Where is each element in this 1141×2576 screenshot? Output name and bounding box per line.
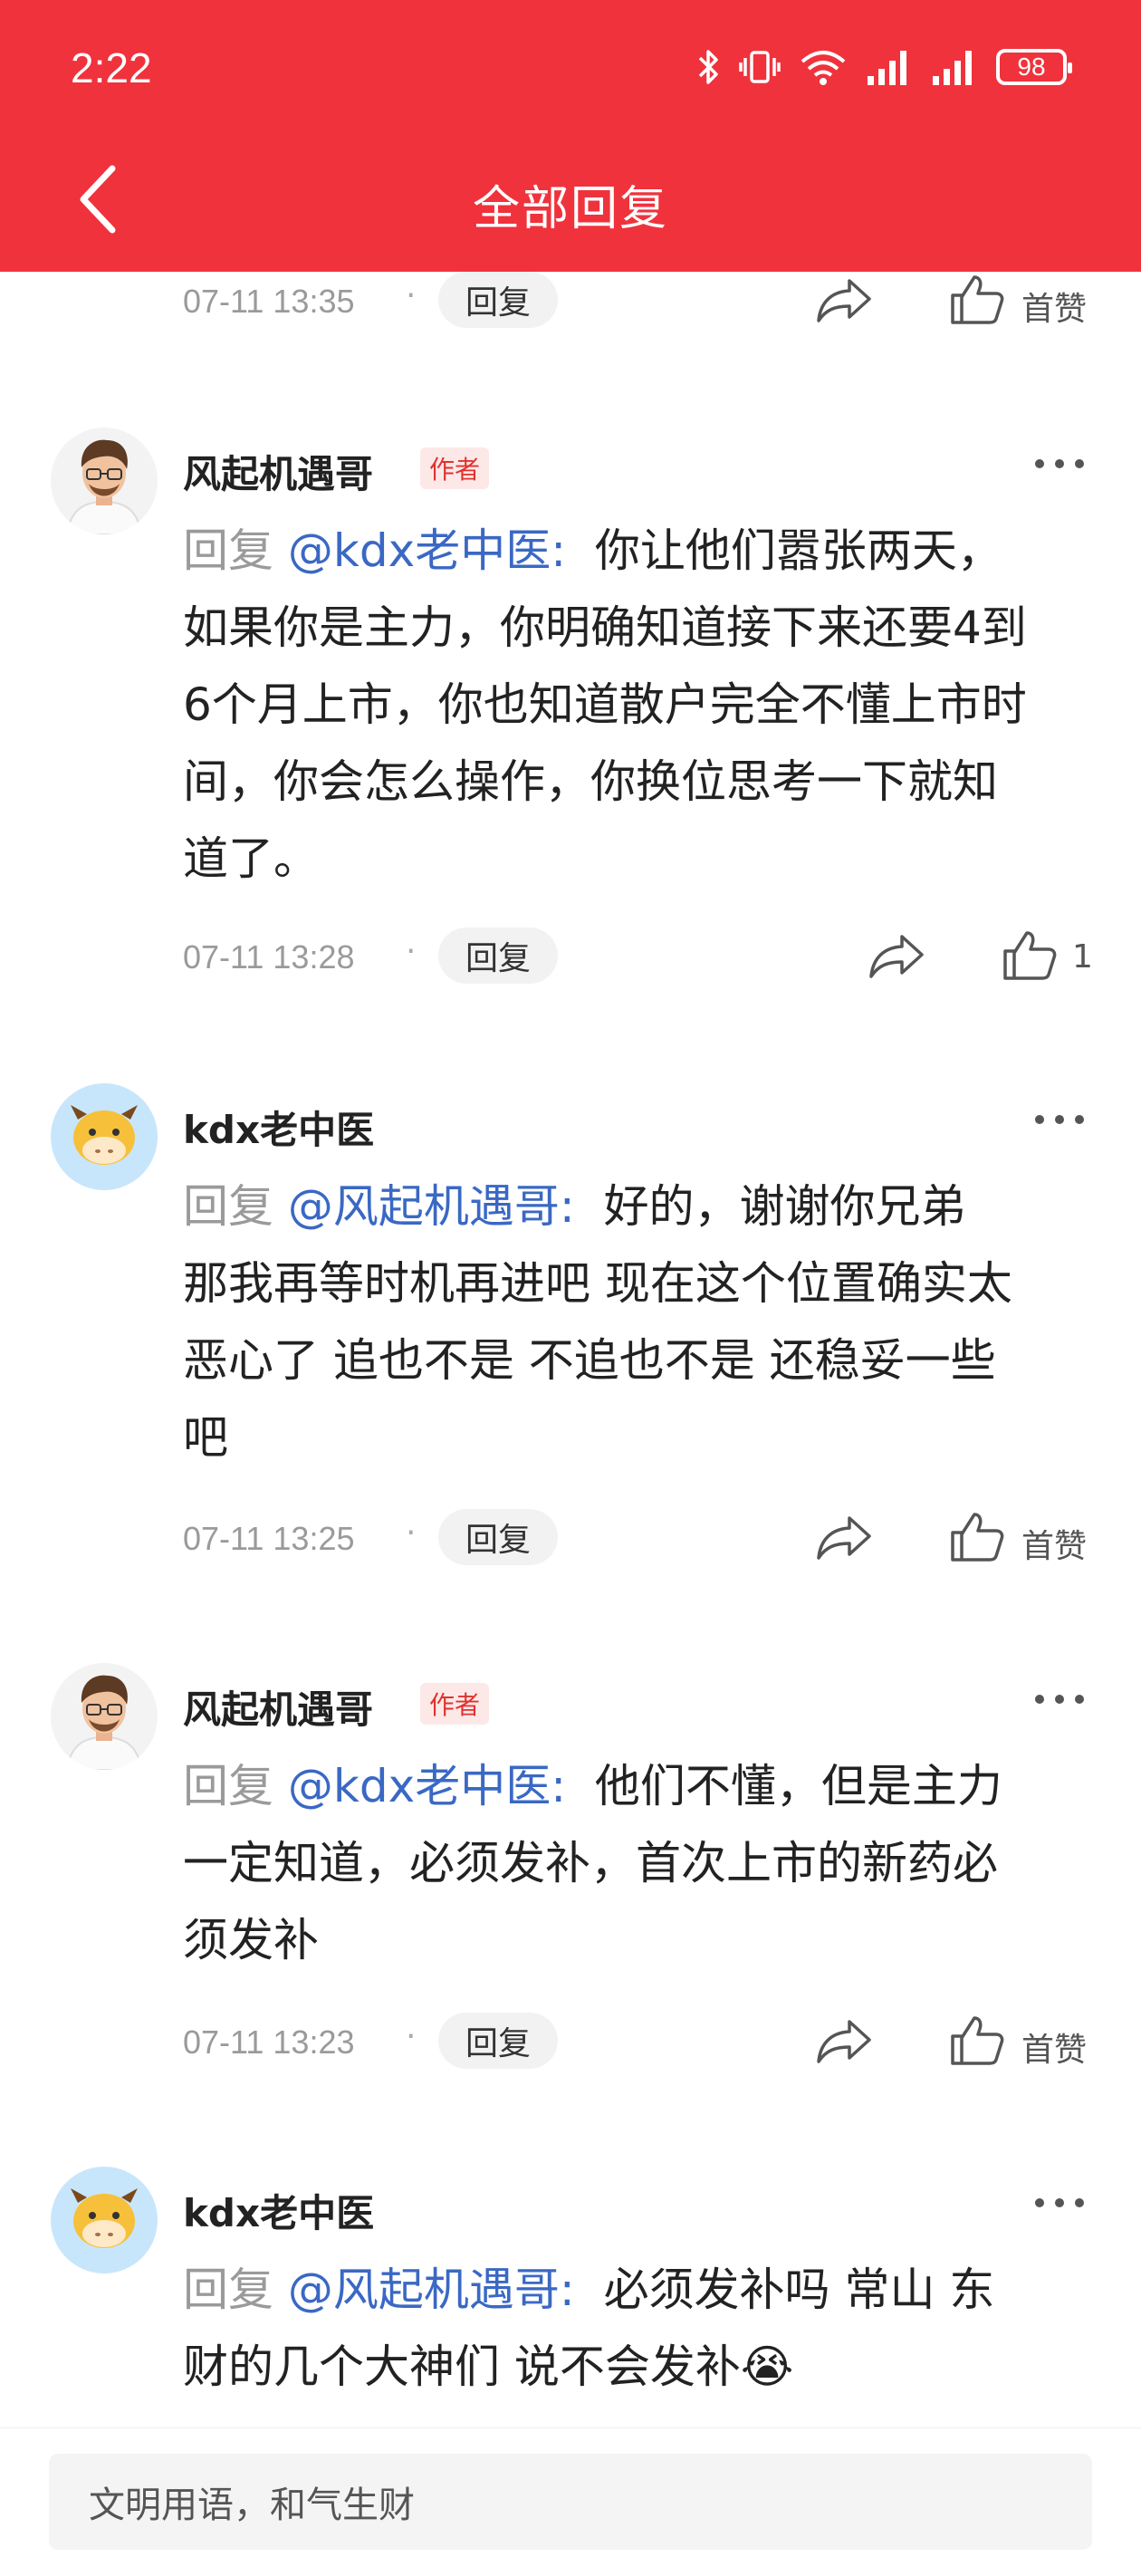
reply-prefix: 回复 [183,1760,273,1812]
comment-line: 回复 @kdx老中医: 你让他们嚣张两天， [183,513,1098,590]
comment-line: 那我再等时机再进吧 现在这个位置确实太 [183,1257,1012,1310]
reply-prefix: 回复 [183,2264,273,2316]
signal-icon-2 [933,51,972,85]
reply-button[interactable]: 回复 [438,2013,558,2069]
like-label[interactable]: 首赞 [1021,283,1087,330]
comment-line: 财的几个大神们 说不会发补😭 [183,2341,794,2393]
wifi-icon [801,51,846,85]
like-count[interactable]: 1 [1072,938,1093,976]
author-badge: 作者 [420,447,490,489]
more-icon[interactable] [1032,2185,1087,2221]
comment-item: kdx老中医 回复 @风起机遇哥: 好的，谢谢你兄弟 那我再等时机再进吧 现在这… [0,1083,1141,1591]
comment-text[interactable]: 回复 @kdx老中医: 他们不懂，但是主力 一定知道，必须发补，首次上市的新药必… [183,1748,1098,1979]
comment-time: 07-11 13:23 [183,2023,355,2061]
mention-link[interactable]: @风起机遇哥: [288,1180,575,1233]
bluetooth-icon [698,50,718,84]
comment-meta-row: 07-11 13:25 · 回复 首赞 [0,1509,1141,1567]
thumbs-up-icon[interactable] [949,1511,1005,1563]
more-icon[interactable] [1032,446,1087,482]
thumbs-up-icon[interactable] [949,274,1005,326]
battery-indicator: 98 [996,49,1072,85]
mention-link[interactable]: @风起机遇哥: [288,2264,575,2316]
like-label[interactable]: 首赞 [1021,1520,1087,1567]
comment-line-text: 必须发补吗 常山 东 [603,2264,995,2316]
separator-dot: · [406,2018,417,2055]
status-time: 2:22 [71,44,152,91]
comment-line-text: 好的，谢谢你兄弟 [603,1180,966,1233]
reply-button[interactable]: 回复 [438,272,558,328]
share-icon[interactable] [815,2016,873,2067]
signal-icon [868,51,906,85]
status-icons: 98 [697,47,1072,87]
like-label[interactable]: 首赞 [1021,2023,1087,2071]
reply-prefix: 回复 [183,1180,273,1233]
comment-time: 07-11 13:28 [183,938,355,976]
comment-line: 道了。 [183,832,319,885]
top-bar: 2:22 98 全部回复 [0,0,1141,272]
comment-item: kdx老中医 回复 @风起机遇哥: 必须发补吗 常山 东 财的几个大神们 说不会… [0,2167,1141,2427]
comment-line-text: 你让他们嚣张两天， [594,524,1002,577]
page-title: 全部回复 [472,182,668,236]
separator-dot: · [406,1514,417,1552]
comment-meta-row: 07-11 13:23 · 回复 首赞 [0,2013,1141,2071]
author-name[interactable]: kdx老中医 [183,1100,374,1155]
mention-link[interactable]: @kdx老中医: [288,524,566,577]
mention-link[interactable]: @kdx老中医: [288,1760,566,1812]
author-badge: 作者 [420,1683,490,1725]
comment-line-text: 他们不懂，但是主力 [594,1760,1002,1812]
share-icon[interactable] [868,931,925,982]
comment-line: 回复 @kdx老中医: 他们不懂，但是主力 [183,1748,1098,1825]
reply-button[interactable]: 回复 [438,1509,558,1565]
comment-meta-row: 07-11 13:28 · 回复 1 [0,928,1141,985]
author-name[interactable]: kdx老中医 [183,2183,374,2238]
comment-line: 回复 @风起机遇哥: 必须发补吗 常山 东 [183,2252,1098,2329]
comment-item: 风起机遇哥 作者 回复 @kdx老中医: 你让他们嚣张两天， 如果你是主力，你明… [0,428,1141,984]
separator-dot: · [406,277,417,314]
reply-prefix: 回复 [183,524,273,577]
comment-text[interactable]: 回复 @风起机遇哥: 必须发补吗 常山 东 财的几个大神们 说不会发补😭 [183,2252,1098,2406]
share-icon[interactable] [815,1513,873,1563]
avatar[interactable] [51,2167,158,2273]
thumbs-up-icon[interactable] [949,2014,1005,2067]
more-icon[interactable] [1032,1101,1087,1138]
comment-meta-row: 07-11 13:35 · 回复 首赞 [0,272,1141,330]
author-name[interactable]: 风起机遇哥 [183,1679,373,1735]
avatar[interactable] [51,1663,158,1770]
share-icon[interactable] [815,275,873,326]
comment-item: 风起机遇哥 作者 回复 @kdx老中医: 他们不懂，但是主力 一定知道，必须发补… [0,1663,1141,2098]
thumbs-up-icon[interactable] [1002,929,1058,982]
reply-button[interactable]: 回复 [438,928,558,984]
avatar[interactable] [51,428,158,534]
comment-line: 回复 @风起机遇哥: 好的，谢谢你兄弟 [183,1168,1098,1245]
author-name[interactable]: 风起机遇哥 [183,444,373,499]
comment-text[interactable]: 回复 @kdx老中医: 你让他们嚣张两天， 如果你是主力，你明确知道接下来还要4… [183,513,1098,898]
comment-time: 07-11 13:35 [183,283,355,320]
comment-input-bar: 文明用语，和气生财 [0,2427,1141,2576]
comment-line: 恶心了 追也不是 不追也不是 还稳妥一些 [183,1334,996,1387]
avatar[interactable] [51,1083,158,1190]
comment-line: 间，你会怎么操作，你换位思考一下就知 [183,755,998,808]
separator-dot: · [406,933,417,970]
more-icon[interactable] [1032,1681,1087,1717]
comment-time: 07-11 13:25 [183,1520,355,1557]
comment-text[interactable]: 回复 @风起机遇哥: 好的，谢谢你兄弟 那我再等时机再进吧 现在这个位置确实太 … [183,1168,1098,1476]
comment-line: 吧 [183,1411,228,1464]
comment-line: 如果你是主力，你明确知道接下来还要4到 [183,601,1027,654]
comment-list[interactable]: 07-11 13:35 · 回复 首赞 风起机遇哥 作者 回复 @kdx老中医:… [0,272,1141,2427]
comment-line: 一定知道，必须发补，首次上市的新药必 [183,1837,998,1889]
vibrate-icon [739,51,781,83]
comment-input[interactable]: 文明用语，和气生财 [49,2454,1092,2550]
comment-line: 须发补 [183,1914,319,1966]
comment-line: 6个月上市，你也知道散户完全不懂上市时 [183,678,1027,731]
